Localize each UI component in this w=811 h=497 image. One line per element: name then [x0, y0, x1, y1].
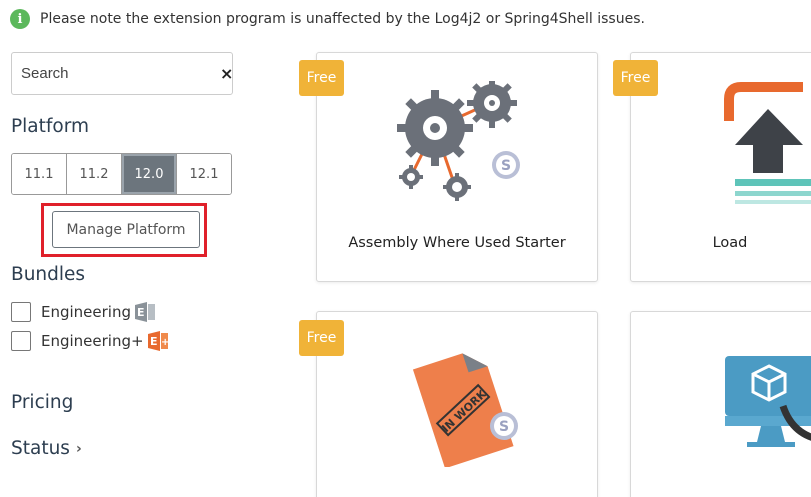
search-box: × — [11, 52, 233, 95]
bundle-item-engineering-plus[interactable]: Engineering+ E + — [11, 331, 170, 351]
pricing-heading[interactable]: Pricing — [11, 392, 73, 413]
engineering-checkbox[interactable] — [11, 302, 31, 322]
bundle-item-engineering[interactable]: Engineering E — [11, 302, 157, 322]
in-work-document-icon: IN WORK S — [412, 342, 522, 471]
chevron-right-icon: › — [75, 440, 82, 457]
upload-icon — [723, 81, 811, 215]
platform-version-group: 11.1 11.2 12.0 12.1 — [11, 153, 232, 195]
platform-version-11-2[interactable]: 11.2 — [67, 154, 122, 194]
platform-heading: Platform — [11, 116, 90, 137]
platform-version-12-0[interactable]: 12.0 — [122, 154, 177, 194]
manage-platform-button[interactable]: Manage Platform — [52, 211, 200, 248]
engineering-plus-checkbox[interactable] — [11, 331, 31, 351]
status-heading: Status — [11, 438, 70, 459]
bundle-label: Engineering — [41, 303, 131, 321]
engineering-plus-bundle-icon: E + — [146, 331, 170, 351]
product-card[interactable] — [630, 311, 811, 497]
notice-text: Please note the extension program is una… — [40, 11, 645, 27]
engineering-bundle-icon: E — [133, 302, 157, 322]
free-badge: Free — [613, 60, 658, 96]
svg-text:E: E — [150, 335, 158, 348]
product-card[interactable]: IN WORK S — [316, 311, 598, 497]
platform-version-11-1[interactable]: 11.1 — [12, 154, 67, 194]
info-circle-icon: i — [10, 9, 30, 29]
search-input[interactable] — [21, 65, 220, 82]
product-card[interactable]: S Assembly Where Used Starter — [316, 52, 598, 282]
svg-text:S: S — [499, 419, 509, 435]
free-badge: Free — [299, 320, 344, 356]
card-title: Assembly Where Used Starter — [348, 235, 566, 251]
svg-text:+: + — [161, 337, 169, 348]
bundles-heading: Bundles — [11, 264, 86, 285]
card-title: Load — [712, 235, 748, 251]
svg-text:E: E — [137, 306, 145, 319]
monitor-cube-icon — [723, 354, 811, 468]
close-icon[interactable]: × — [220, 64, 233, 83]
free-badge: Free — [299, 60, 344, 96]
notice-banner: i Please note the extension program is u… — [10, 8, 645, 30]
gears-icon: S — [397, 78, 527, 210]
svg-text:S: S — [501, 158, 511, 174]
platform-version-12-1[interactable]: 12.1 — [177, 154, 231, 194]
status-toggle[interactable]: Status › — [11, 438, 82, 459]
bundle-label: Engineering+ — [41, 332, 144, 350]
